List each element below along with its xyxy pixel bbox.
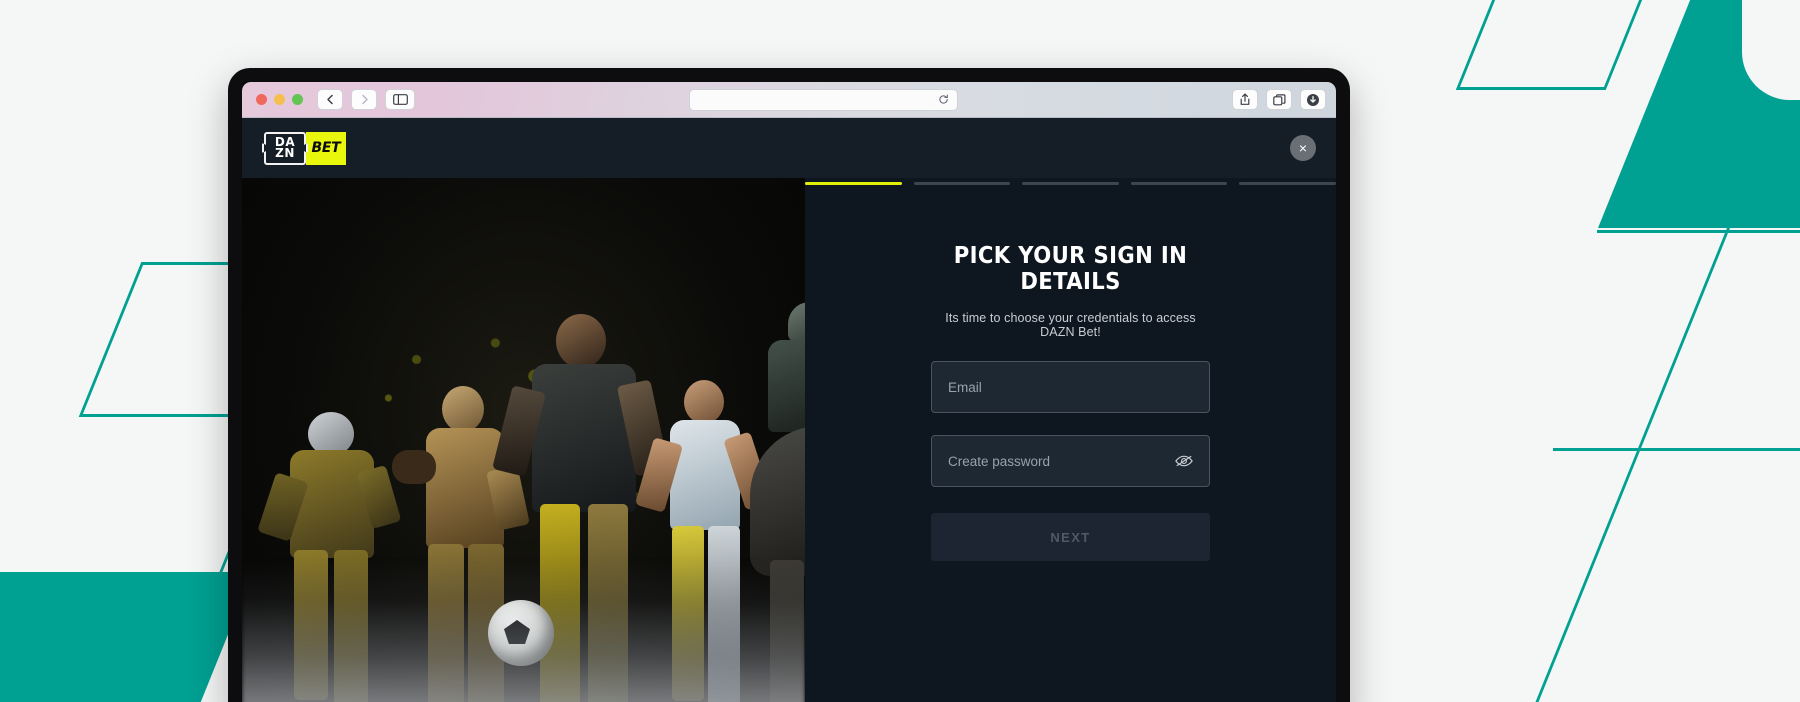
laptop-frame: DA ZN BET × PICK YOUR SIGN IN DETAILS It… [228,68,1350,702]
app-header: DA ZN BET × [242,118,1336,178]
page-root: DA ZN BET × PICK YOUR SIGN IN DETAILS It… [0,0,1800,702]
progress-steps [805,182,1336,185]
progress-step-2 [913,182,1011,185]
back-button[interactable] [317,89,343,110]
reload-icon [939,94,949,104]
app-body: PICK YOUR SIGN IN DETAILS Its time to ch… [242,178,1336,702]
forward-button[interactable] [351,89,377,110]
share-button[interactable] [1232,89,1259,110]
decor-parallelogram-top-right [1598,0,1800,228]
progress-step-3 [1022,182,1119,185]
dazn-logo-line-2: ZN [275,146,295,160]
chevron-left-icon [326,94,333,105]
dazn-bet-logo[interactable]: DA ZN BET [264,131,346,165]
decor-outline-top-right [1455,0,1655,90]
page-subtitle: Its time to choose your credentials to a… [945,311,1196,339]
window-controls[interactable] [256,94,303,105]
share-icon [1240,93,1250,105]
sidebar-toggle-button[interactable] [385,89,415,110]
downloads-button[interactable] [1300,89,1327,110]
maximize-window-button[interactable] [292,94,303,105]
progress-step-5 [1239,182,1336,185]
decor-line-horizontal-lower [1553,448,1800,451]
close-icon[interactable]: × [1290,135,1316,161]
progress-step-1 [805,182,902,185]
smoke-overlay [242,558,805,702]
sidebar-toggle-icon [392,94,408,105]
decor-line-diagonal [1535,228,1730,702]
reload-button[interactable] [938,94,949,105]
address-bar[interactable] [688,88,959,111]
signup-form: PICK YOUR SIGN IN DETAILS Its time to ch… [805,185,1336,561]
tab-overview-button[interactable] [1266,89,1293,110]
email-field-placeholder: Email [948,379,982,395]
browser-window: DA ZN BET × PICK YOUR SIGN IN DETAILS It… [242,82,1336,702]
signup-panel: PICK YOUR SIGN IN DETAILS Its time to ch… [805,178,1336,702]
decor-parallelogram-bottom-left [0,572,254,702]
eye-off-icon[interactable] [1175,454,1193,468]
dazn-logo-mark: DA ZN [264,131,306,165]
page-title: PICK YOUR SIGN IN DETAILS [953,243,1188,295]
decor-line-horizontal-upper [1597,230,1800,233]
minimize-window-button[interactable] [274,94,285,105]
decor-corner-cutout [1742,0,1800,100]
hero-image [242,178,805,702]
email-field[interactable]: Email [931,361,1210,413]
chevron-right-icon [361,94,368,105]
close-window-button[interactable] [256,94,267,105]
next-button[interactable]: NEXT [931,513,1210,561]
tab-overview-icon [1272,93,1286,105]
downloads-icon [1307,93,1320,106]
dazn-bet-app: DA ZN BET × PICK YOUR SIGN IN DETAILS It… [242,118,1336,702]
password-field-placeholder: Create password [948,453,1051,469]
progress-step-4 [1130,182,1228,185]
password-field[interactable]: Create password [931,435,1210,487]
browser-toolbar [242,82,1336,118]
bet-logo-badge: BET [306,131,346,165]
